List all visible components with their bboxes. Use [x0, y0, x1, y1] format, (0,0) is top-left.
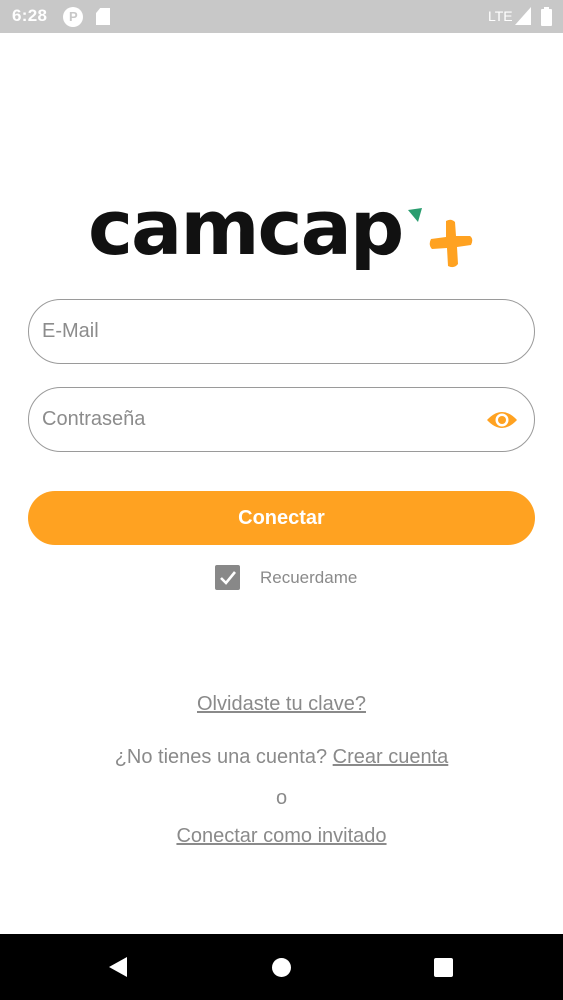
- guest-login-line: Conectar como invitado: [0, 825, 563, 848]
- remember-me[interactable]: Recuerdame: [215, 565, 357, 590]
- guest-login-link[interactable]: Conectar como invitado: [176, 825, 386, 847]
- logo-wordmark: camcap: [88, 183, 404, 272]
- connect-button[interactable]: Conectar: [28, 491, 535, 545]
- battery-icon: [541, 7, 552, 26]
- email-field[interactable]: [28, 299, 535, 364]
- logo-plus-icon: [429, 219, 473, 268]
- logo-accent-icon: [408, 208, 422, 222]
- network-type: LTE: [488, 8, 513, 24]
- password-input[interactable]: [42, 402, 472, 436]
- p-notification-icon: P: [63, 7, 83, 27]
- status-time: 6:28: [12, 6, 48, 25]
- no-account-prompt: ¿No tienes una cuenta?: [114, 746, 328, 768]
- back-icon[interactable]: [107, 956, 129, 978]
- password-field[interactable]: [28, 387, 535, 452]
- navigation-bar: [0, 934, 563, 1000]
- create-account-link[interactable]: Crear cuenta: [333, 746, 449, 768]
- recents-icon[interactable]: [434, 958, 453, 977]
- eye-icon[interactable]: [486, 407, 518, 433]
- checkmark-icon: [220, 571, 237, 585]
- home-icon[interactable]: [272, 958, 291, 977]
- forgot-password-line: Olvidaste tu clave?: [0, 693, 563, 716]
- sd-card-icon: [96, 8, 110, 25]
- or-separator: o: [275, 787, 288, 809]
- no-account-line: ¿No tienes una cuenta? Crear cuenta: [0, 746, 563, 769]
- camcap-logo: camcap: [88, 190, 478, 294]
- signal-icon: [515, 7, 531, 25]
- status-bar: 6:28 P LTE: [0, 0, 563, 33]
- remember-label: Recuerdame: [260, 567, 358, 587]
- remember-checkbox[interactable]: [215, 565, 240, 590]
- email-input[interactable]: [42, 314, 472, 348]
- forgot-password-link[interactable]: Olvidaste tu clave?: [197, 693, 366, 715]
